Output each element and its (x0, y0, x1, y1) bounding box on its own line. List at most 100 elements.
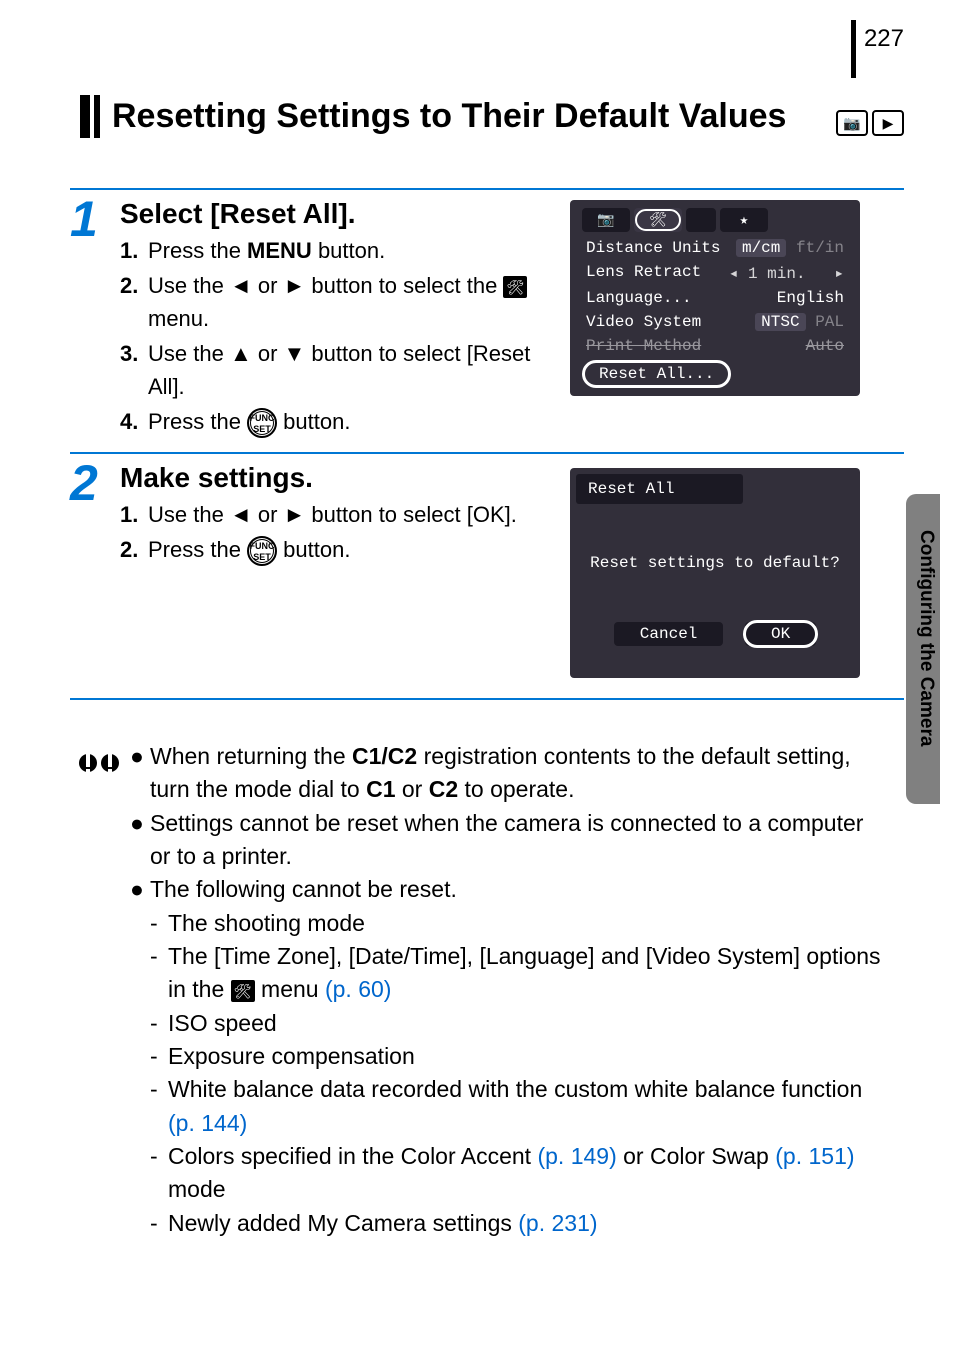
menu-label: Language... (586, 289, 692, 307)
text: Settings cannot be reset when the camera… (150, 807, 884, 874)
set-label: SET (253, 424, 271, 434)
right-arrow-icon: ► (284, 273, 306, 298)
substep-text: Press the FUNCSET button. (148, 405, 550, 438)
substep-num: 2. (120, 533, 148, 566)
set-label: SET (253, 552, 271, 562)
func-label: FUNC (250, 541, 275, 551)
menu-value: Auto (806, 337, 844, 355)
func-label: FUNC (250, 413, 275, 423)
c1c2-label: C1/C2 (352, 743, 417, 769)
dash-item: -White balance data recorded with the cu… (150, 1073, 884, 1140)
text: Use the (148, 502, 230, 527)
text: Press the (148, 537, 247, 562)
text: or (252, 341, 284, 366)
divider (70, 188, 904, 190)
note-bullet: ●Settings cannot be reset when the camer… (130, 807, 884, 874)
func-set-button-icon: FUNCSET (247, 408, 277, 438)
menu-row: Language...English (576, 286, 854, 310)
page-link[interactable]: (p. 144) (168, 1110, 247, 1136)
text: mode (168, 1176, 226, 1202)
menu-value-dim: PAL (815, 313, 844, 331)
substep-num: 2. (120, 269, 148, 335)
text: The shooting mode (168, 907, 365, 940)
dialog-message: Reset settings to default? (576, 554, 854, 572)
left-arrow-icon: ◄ (230, 273, 252, 298)
down-arrow-icon: ▼ (284, 341, 306, 366)
menu-tabs: 📷 🛠 ★ (576, 206, 854, 236)
notes-section: ● When returning the C1/C2 registration … (130, 740, 884, 1240)
text: button. (283, 537, 350, 562)
text: menu (255, 976, 325, 1002)
mode-icons: 📷 ▶ (836, 110, 904, 138)
page-link[interactable]: (p. 231) (518, 1210, 597, 1236)
shooting-mode-icon: 📷 (836, 110, 868, 136)
title-bar-thick (80, 95, 90, 138)
menu-label: Lens Retract (586, 263, 701, 283)
dash-item: -The [Time Zone], [Date/Time], [Language… (150, 940, 884, 1007)
side-label: Configuring the Camera (915, 530, 937, 746)
page-link[interactable]: (p. 151) (775, 1143, 854, 1169)
step-body: 1. Use the ◄ or ► button to select [OK].… (120, 498, 550, 566)
menu-value: 1 min. (748, 265, 806, 283)
text: White balance data recorded with the cus… (168, 1076, 862, 1102)
dialog-title: Reset All (576, 474, 743, 504)
dash-item: -The shooting mode (150, 907, 884, 940)
divider (70, 452, 904, 454)
dash-item: -Colors specified in the Color Accent (p… (150, 1140, 884, 1207)
substep-num: 1. (120, 234, 148, 267)
text: Press the (148, 238, 247, 263)
text: Press the (148, 409, 247, 434)
menu-row: Lens Retract◂ 1 min. ▸ (576, 260, 854, 286)
ok-button: OK (745, 622, 816, 646)
text: The following cannot be reset. (150, 873, 457, 906)
substep-text: Use the ◄ or ► button to select [OK]. (148, 498, 550, 531)
text: Use the (148, 341, 230, 366)
substep-text: Use the ▲ or ▼ button to select [Reset A… (148, 337, 550, 403)
right-arrow-icon: ► (284, 502, 306, 527)
step-number: 2 (70, 454, 110, 512)
menu-value: m/cm (736, 239, 786, 257)
playback-mode-icon: ▶ (872, 110, 904, 136)
dash-item: -Newly added My Camera settings (p. 231) (150, 1207, 884, 1240)
tab-print (686, 208, 716, 232)
c2-label: C2 (429, 776, 458, 802)
dash-item: -Exposure compensation (150, 1040, 884, 1073)
confirm-dialog-screenshot: Reset All Reset settings to default? Can… (570, 468, 860, 678)
substep-text: Press the MENU button. (148, 234, 550, 267)
step-number: 1 (70, 190, 110, 248)
dash-item: -ISO speed (150, 1007, 884, 1040)
dash-list: -The shooting mode -The [Time Zone], [Da… (150, 907, 884, 1240)
tools-menu-icon: 🛠 (231, 980, 255, 1002)
page-number: 227 (851, 20, 904, 78)
tab-star: ★ (720, 208, 768, 232)
menu-label: Video System (586, 313, 701, 331)
menu-row: Print Method Auto (576, 334, 854, 358)
substep-text: Use the ◄ or ► button to select the 🛠 me… (148, 269, 550, 335)
bold-text: MENU (247, 238, 312, 263)
menu-label: Distance Units (586, 239, 720, 257)
note-bullet: ● When returning the C1/C2 registration … (130, 740, 884, 807)
text: button to select [OK]. (305, 502, 517, 527)
c1-label: C1 (366, 776, 395, 802)
tools-menu-icon: 🛠 (503, 276, 527, 298)
menu-screenshot: 📷 🛠 ★ Distance Unitsm/cm ft/in Lens Retr… (570, 200, 860, 396)
menu-label: Print Method (586, 337, 701, 355)
substep-num: 4. (120, 405, 148, 438)
cancel-button: Cancel (614, 622, 724, 646)
text: Colors specified in the Color Accent (168, 1143, 537, 1169)
up-arrow-icon: ▲ (230, 341, 252, 366)
left-arrow-icon: ◄ (230, 502, 252, 527)
section-title: Resetting Settings to Their Default Valu… (100, 95, 836, 138)
page-link[interactable]: (p. 149) (537, 1143, 616, 1169)
text: ISO speed (168, 1007, 277, 1040)
page-link[interactable]: (p. 60) (325, 976, 391, 1002)
text: or (252, 502, 284, 527)
text: to operate. (458, 776, 574, 802)
text: Exposure compensation (168, 1040, 415, 1073)
substep-text: Press the FUNCSET button. (148, 533, 550, 566)
tab-camera: 📷 (582, 208, 630, 232)
tab-tools: 🛠 (634, 208, 682, 232)
divider (70, 698, 904, 700)
text: button to select the (305, 273, 503, 298)
warning-icon (78, 742, 120, 784)
